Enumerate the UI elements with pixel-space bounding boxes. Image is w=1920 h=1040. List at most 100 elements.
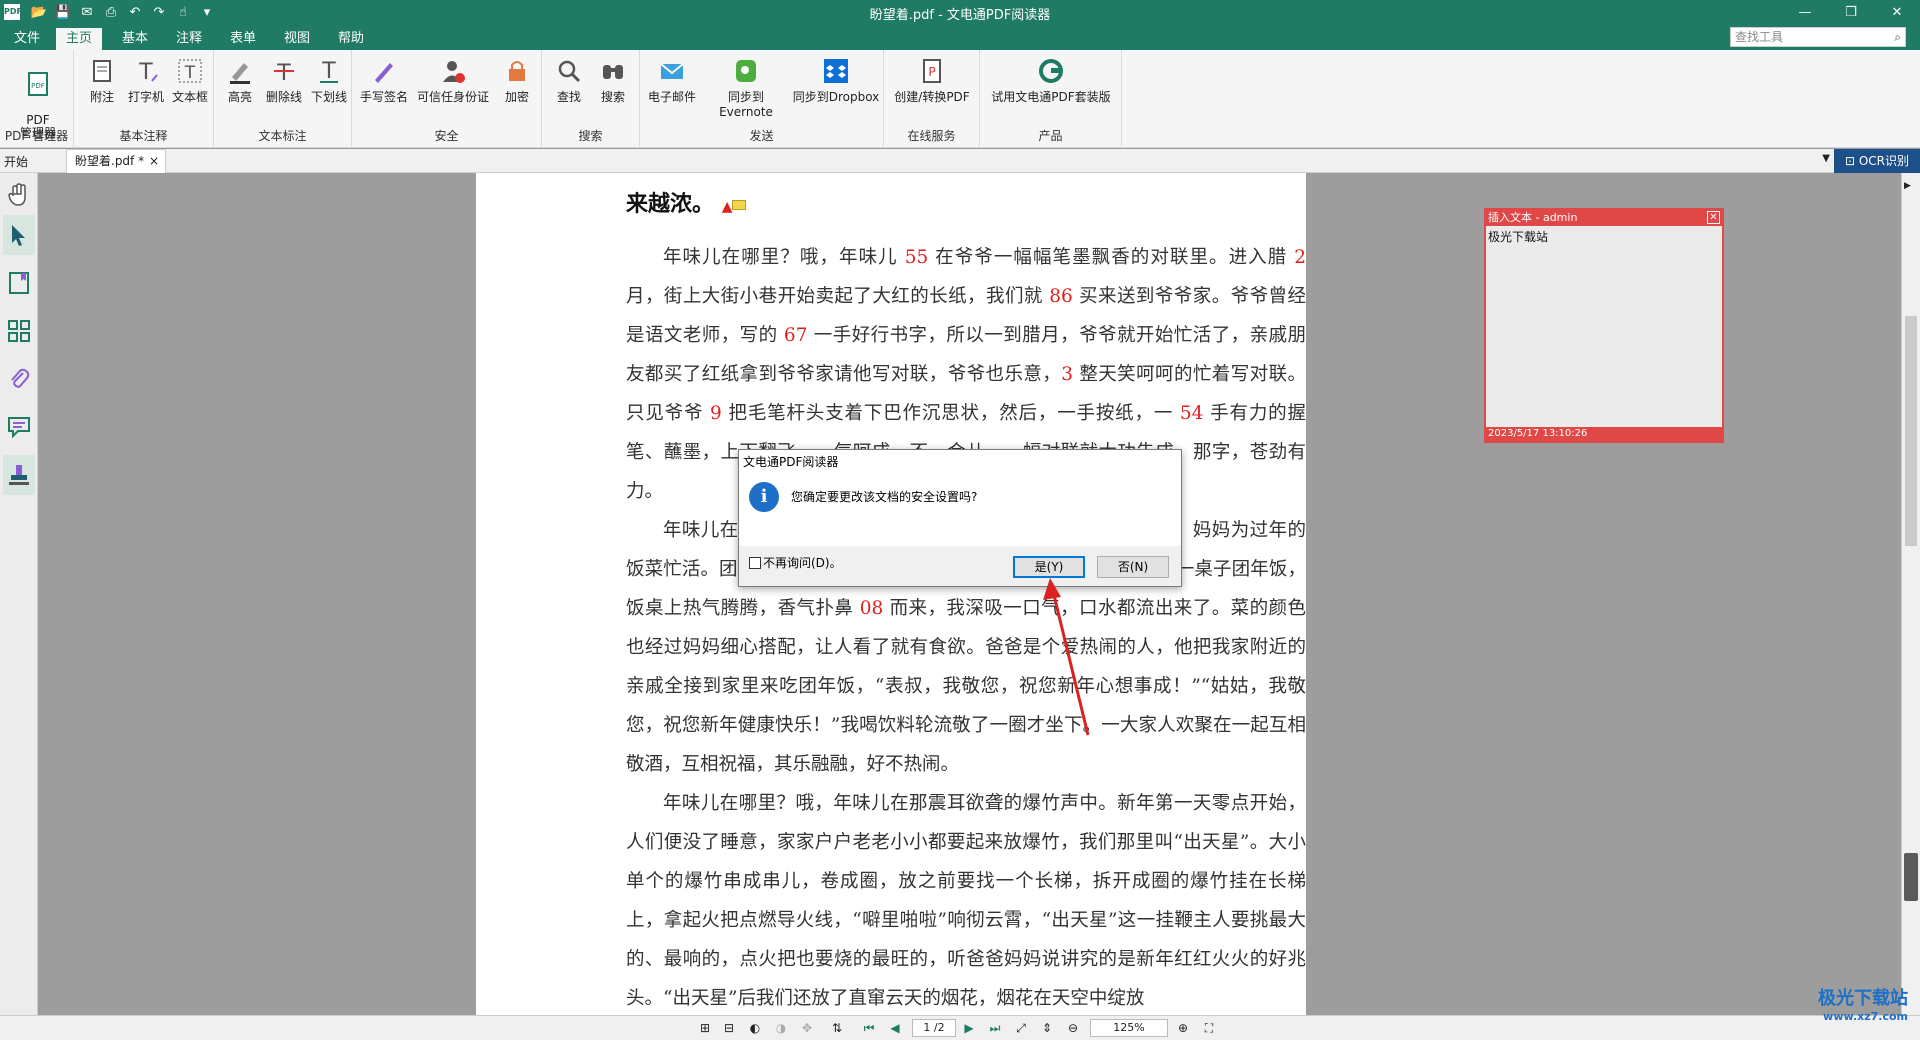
sync-evernote-button[interactable]: 同步到Evernote: [702, 56, 790, 119]
select-tool-button[interactable]: [3, 215, 35, 255]
last-page-icon[interactable]: ⏭: [986, 1020, 1004, 1036]
ocr-label: OCR识别: [1858, 154, 1910, 168]
paragraph-text: 月，街上大街小巷开始卖起了大红的长纸，我们就: [626, 286, 1050, 307]
svg-text:T: T: [321, 59, 336, 84]
page-number-mark: 86: [1049, 286, 1073, 307]
first-page-icon[interactable]: ⏮: [860, 1020, 878, 1036]
comment-marker-icon[interactable]: [732, 200, 747, 210]
next-page-icon[interactable]: ▶: [960, 1020, 978, 1036]
scroll-right-arrow-icon[interactable]: ▶: [1904, 181, 1911, 191]
zoom-in-icon[interactable]: ⊕: [1174, 1020, 1192, 1036]
sync-dropbox-label: 同步到Dropbox: [792, 90, 880, 104]
close-tab-icon[interactable]: ×: [149, 150, 159, 172]
find-button[interactable]: 查找: [550, 56, 588, 105]
scrollbar-thumb[interactable]: [1905, 316, 1917, 546]
strikeout-label: 删除线: [265, 90, 302, 104]
insert-text-note-popup[interactable]: 插入文本 - admin ✕ 极光下载站 2023/5/17 13:10:26: [1484, 208, 1724, 443]
ocr-button[interactable]: ⊡ OCR识别: [1834, 149, 1920, 173]
move-icon[interactable]: ✥: [798, 1020, 816, 1036]
tab-home[interactable]: 主页: [56, 28, 103, 50]
tab-help[interactable]: 帮助: [328, 28, 374, 50]
textbox-button[interactable]: T 文本框: [170, 56, 210, 105]
yes-button[interactable]: 是(Y): [1013, 556, 1085, 578]
vertical-scrollbar[interactable]: ▶: [1901, 173, 1920, 1015]
strikeout-icon: T: [269, 56, 299, 86]
tab-list-dropdown-icon[interactable]: ▼: [1822, 153, 1830, 164]
minimize-button[interactable]: —: [1782, 0, 1828, 24]
tab-file[interactable]: 文件: [4, 28, 50, 50]
checkbox-box[interactable]: [749, 556, 761, 569]
hand-tool-button[interactable]: [3, 175, 35, 215]
typewriter-icon: T: [131, 56, 161, 86]
fit-width-icon[interactable]: ⤢: [1012, 1020, 1030, 1036]
svg-text:T: T: [138, 60, 153, 85]
email-label: 电子邮件: [647, 90, 696, 104]
underline-button[interactable]: T 下划线: [308, 56, 350, 105]
find-tool-input[interactable]: 查找工具 ⌕: [1730, 27, 1906, 47]
sync-evernote-label: 同步到Evernote: [719, 90, 773, 119]
fit-page-icon[interactable]: ⊞: [696, 1020, 714, 1036]
encrypt-button[interactable]: 加密: [498, 56, 536, 105]
trusted-id-button[interactable]: 可信任身份证: [412, 56, 494, 105]
try-suite-button[interactable]: 试用文电通PDF套装版: [984, 56, 1118, 105]
side-widget: [1904, 853, 1918, 901]
highlight-button[interactable]: 高亮: [222, 56, 258, 105]
typewriter-button[interactable]: T 打字机: [124, 56, 168, 105]
title-bar: PDF 📂 💾 ✉ ⎙ ↶ ↷ ☝ ▾ 盼望着.pdf - 文电通PDF阅读器 …: [0, 0, 1920, 24]
tab-view[interactable]: 视图: [274, 28, 320, 50]
rotate-right-icon[interactable]: ◑: [772, 1020, 790, 1036]
close-button[interactable]: ✕: [1874, 0, 1920, 24]
menu-bar: 文件 主页 基本 注释 表单 视图 帮助 查找工具 ⌕: [0, 24, 1920, 50]
dont-ask-checkbox[interactable]: 不再询问(D)。: [749, 554, 842, 571]
note-author: - admin: [1532, 211, 1578, 224]
note-label: 附注: [89, 90, 114, 104]
maximize-button[interactable]: ❐: [1828, 0, 1874, 24]
note-button[interactable]: 附注: [84, 56, 120, 105]
search-icon[interactable]: ⌕: [1894, 28, 1901, 46]
page-number-input[interactable]: 1 /2: [912, 1019, 956, 1037]
handwritten-signature-label: 手写签名: [359, 90, 408, 104]
typewriter-label: 打字机: [127, 90, 164, 104]
suite-logo-icon: [1036, 56, 1066, 86]
tab-comment[interactable]: 注释: [166, 28, 212, 50]
prev-page-icon[interactable]: ◀: [886, 1020, 904, 1036]
fullscreen-icon[interactable]: ⛶: [1200, 1020, 1218, 1036]
strikeout-button[interactable]: T 删除线: [262, 56, 306, 105]
tab-form[interactable]: 表单: [220, 28, 266, 50]
document-tab-label: 盼望着.pdf *: [75, 154, 145, 168]
comments-panel-button[interactable]: [3, 407, 35, 447]
email-button[interactable]: 电子邮件: [646, 56, 698, 105]
arrow-cursor-icon: [12, 225, 25, 246]
two-page-icon[interactable]: ⊟: [720, 1020, 738, 1036]
paragraph-text: 年味儿在哪里？哦，年味儿在那震耳欲聋的爆竹声中。新年第一天零点开始，人们便没了睡…: [626, 793, 1306, 1009]
create-convert-pdf-button[interactable]: P 创建/转换PDF: [890, 56, 974, 105]
view-mode-icon[interactable]: ⇅: [828, 1020, 846, 1036]
group-pdf-manager: PDF PDF 管理器 PDF 管理器: [0, 50, 74, 148]
stamp-panel-button[interactable]: [3, 455, 35, 495]
handwritten-signature-button[interactable]: 手写签名: [358, 56, 410, 105]
insert-text-marker-icon[interactable]: ▲: [722, 199, 733, 215]
document-tab[interactable]: 盼望着.pdf * ×: [66, 149, 166, 173]
note-close-button[interactable]: ✕: [1707, 211, 1720, 224]
ribbon: PDF PDF 管理器 PDF 管理器 附注 T 打字机 T 文本框 基本注释 …: [0, 50, 1920, 148]
search-button[interactable]: 搜索: [594, 56, 632, 105]
svg-text:T: T: [184, 63, 196, 83]
note-content[interactable]: 极光下载站: [1486, 226, 1722, 247]
zoom-select[interactable]: 125%: [1090, 1019, 1168, 1037]
group-online-service: P 创建/转换PDF 在线服务: [884, 50, 980, 148]
no-button[interactable]: 否(N): [1097, 556, 1169, 578]
pen-icon: [369, 56, 399, 86]
note-header[interactable]: 插入文本 - admin: [1486, 210, 1722, 226]
user-certificate-icon: [438, 56, 468, 86]
fit-height-icon[interactable]: ⇕: [1038, 1020, 1056, 1036]
tab-basic[interactable]: 基本: [112, 28, 158, 50]
thumbnails-panel-button[interactable]: [3, 311, 35, 351]
sync-dropbox-button[interactable]: 同步到Dropbox: [792, 56, 880, 105]
bookmark-panel-button[interactable]: [3, 263, 35, 303]
window-controls: — ❐ ✕: [1782, 0, 1920, 24]
start-tab[interactable]: 开始: [4, 153, 28, 170]
zoom-out-icon[interactable]: ⊖: [1064, 1020, 1082, 1036]
pdf-page[interactable]: 来越浓。 ▲ 年味儿在哪里？哦，年味儿 55 在爷爷一幅幅笔墨飘香的对联里。进入…: [476, 173, 1306, 1015]
rotate-left-icon[interactable]: ◐: [746, 1020, 764, 1036]
attachments-panel-button[interactable]: [3, 359, 35, 399]
